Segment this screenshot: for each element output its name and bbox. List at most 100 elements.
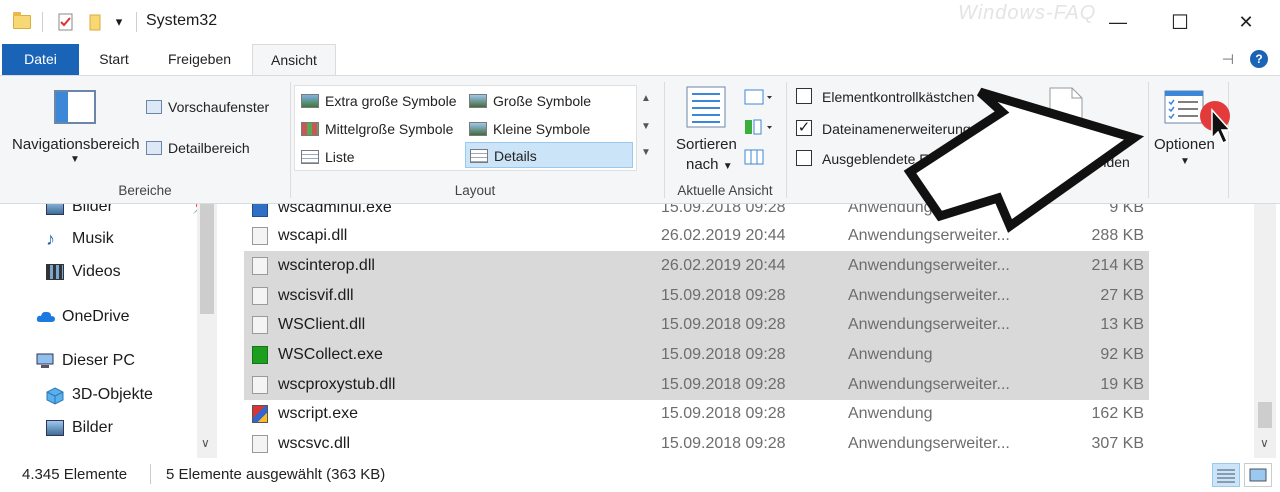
hide-selected-button[interactable]: blenden <box>1080 154 1130 170</box>
selection-info: 5 Elemente ausgewählt (363 KB) <box>166 466 386 483</box>
file-extensions-checkbox[interactable]: ✓ <box>796 120 812 136</box>
application-icon <box>252 405 268 423</box>
dll-file-icon <box>252 257 268 275</box>
file-name: WSClient.dll <box>278 316 366 333</box>
item-count: 4.345 Elemente <box>22 466 128 483</box>
options-button[interactable]: Optionen <box>1154 136 1215 153</box>
ribbon-tabs: Datei Start Freigeben Ansicht ⊣ ? <box>0 44 1280 76</box>
layout-large-icons[interactable]: Große Symbole <box>465 88 591 114</box>
hidden-items-label: Ausgeblendete Elemente <box>822 151 979 167</box>
chevron-down-icon: ▼ <box>722 161 733 172</box>
scroll-down-icon[interactable]: ▼ <box>641 121 651 132</box>
layout-list[interactable]: Liste <box>297 144 355 170</box>
layout-gallery-scroll[interactable]: ▲ ▼ ▼ <box>637 85 655 171</box>
table-row[interactable]: WSCollect.exe 15.09.2018 09:28 Anwendung… <box>244 340 1149 370</box>
pin-ribbon-icon[interactable]: ⊣ <box>1222 51 1234 68</box>
help-icon[interactable]: ? <box>1250 50 1268 68</box>
chevron-down-icon[interactable]: ▼ <box>1180 156 1190 167</box>
file-name: WSCollect.exe <box>278 346 383 363</box>
new-folder-icon[interactable] <box>84 10 106 34</box>
tab-freigeben[interactable]: Freigeben <box>152 44 247 75</box>
nav-item-bilder-2[interactable]: Bilder <box>46 419 113 437</box>
sort-by-button-line2[interactable]: nach ▼ <box>686 156 733 173</box>
file-type: Anwendungserweiter... <box>848 227 1010 244</box>
file-date: 26.02.2019 20:44 <box>661 257 786 274</box>
details-pane-label: Detailbereich <box>168 140 250 156</box>
tab-start[interactable]: Start <box>84 44 144 75</box>
expand-gallery-icon[interactable]: ▼ <box>641 147 651 158</box>
layout-label: Extra große Symbole <box>325 93 457 109</box>
group-by-button[interactable] <box>744 88 774 109</box>
layout-label: Kleine Symbole <box>493 121 591 137</box>
divider <box>1228 82 1229 198</box>
hidden-items-checkbox[interactable] <box>796 150 812 166</box>
file-type: Anwendungserweiter... <box>848 376 1010 393</box>
file-extensions-label: Dateinamenerweiterungen <box>822 121 987 137</box>
status-bar: 4.345 Elemente 5 Elemente ausgewählt (36… <box>0 458 1280 492</box>
nav-item-bilder[interactable]: Bilder 📌 <box>46 204 209 216</box>
divider <box>42 12 43 32</box>
extra-large-icons-icon <box>301 94 319 108</box>
nav-item-3d-objekte[interactable]: 3D-Objekte <box>46 386 153 405</box>
divider <box>786 82 787 198</box>
file-name: wscinterop.dll <box>278 257 375 274</box>
dll-file-icon <box>252 376 268 394</box>
layout-extra-large-icons[interactable]: Extra große Symbole <box>297 88 457 114</box>
table-row[interactable]: wscproxystub.dll 15.09.2018 09:28 Anwend… <box>244 370 1149 400</box>
file-list-scrollbar[interactable]: ∨ <box>1254 204 1276 458</box>
tab-ansicht[interactable]: Ansicht <box>252 44 336 76</box>
file-date: 15.09.2018 09:28 <box>661 316 786 333</box>
properties-icon[interactable] <box>54 10 78 34</box>
size-columns-button[interactable] <box>744 148 764 169</box>
table-row[interactable]: wscsvc.dll 15.09.2018 09:28 Anwendungser… <box>244 429 1149 458</box>
group-label-bereiche: Bereiche <box>118 183 172 198</box>
table-row[interactable]: wscinterop.dll 26.02.2019 20:44 Anwendun… <box>244 251 1149 281</box>
scroll-down-icon[interactable]: ∨ <box>1260 436 1269 450</box>
layout-medium-icons[interactable]: Mittelgroße Symbole <box>297 116 453 142</box>
table-row[interactable]: wscisvif.dll 15.09.2018 09:28 Anwendungs… <box>244 281 1149 311</box>
scroll-up-icon[interactable]: ▲ <box>641 93 651 104</box>
large-icons-view-button[interactable] <box>1244 463 1272 487</box>
folder-icon <box>10 10 34 34</box>
scroll-down-icon[interactable]: ∨ <box>201 436 210 450</box>
table-row[interactable]: wscapi.dll 26.02.2019 20:44 Anwendungser… <box>244 221 1149 251</box>
nav-label: OneDrive <box>62 308 130 325</box>
window-title: System32 <box>146 12 218 29</box>
layout-details[interactable]: Details <box>465 142 633 168</box>
minimize-button[interactable]: — <box>1088 0 1148 44</box>
table-row[interactable]: WSClient.dll 15.09.2018 09:28 Anwendungs… <box>244 310 1149 340</box>
maximize-button[interactable]: ☐ <box>1150 0 1210 44</box>
nav-item-dieser-pc[interactable]: Dieser PC <box>36 352 135 370</box>
layout-small-icons[interactable]: Kleine Symbole <box>465 116 590 142</box>
layout-gallery: Extra große Symbole Große Symbole Mittel… <box>294 85 637 171</box>
sort-by-button[interactable]: Sortieren <box>676 136 737 153</box>
quick-access-dropdown[interactable]: ▾ <box>110 10 128 34</box>
divider <box>1148 82 1149 198</box>
details-view-button[interactable] <box>1212 463 1240 487</box>
navigation-pane-button[interactable]: Navigationsbereich <box>12 136 140 153</box>
table-row[interactable]: wscript.exe 15.09.2018 09:28 Anwendung 1… <box>244 399 1149 429</box>
nav-scrollbar[interactable]: ∨ <box>197 204 217 458</box>
list-icon <box>301 150 319 164</box>
file-list: wscadminui.exe 15.09.2018 09:28 Anwendun… <box>244 204 1254 458</box>
details-icon <box>470 149 488 163</box>
nav-item-videos[interactable]: Videos <box>46 263 121 281</box>
file-list-scroll-thumb[interactable] <box>1258 402 1272 428</box>
file-date: 15.09.2018 09:28 <box>661 405 786 422</box>
sort-by-label: nach <box>686 156 719 173</box>
application-icon <box>252 346 268 364</box>
sort-by-icon <box>686 86 726 132</box>
preview-pane-button[interactable]: Vorschaufenster <box>146 99 269 115</box>
nav-scroll-thumb[interactable] <box>200 204 214 314</box>
nav-item-onedrive[interactable]: OneDrive <box>36 308 130 326</box>
nav-label: Bilder <box>72 204 113 215</box>
nav-item-musik[interactable]: ♪ Musik <box>46 230 114 248</box>
tab-datei[interactable]: Datei <box>2 44 79 75</box>
close-button[interactable]: ✕ <box>1216 0 1276 44</box>
divider <box>664 82 665 198</box>
add-columns-button[interactable] <box>744 118 774 139</box>
details-pane-button[interactable]: Detailbereich <box>146 140 250 156</box>
navigation-pane-icon <box>54 90 96 128</box>
chevron-down-icon[interactable]: ▼ <box>70 154 80 165</box>
item-checkboxes-checkbox[interactable] <box>796 88 812 104</box>
